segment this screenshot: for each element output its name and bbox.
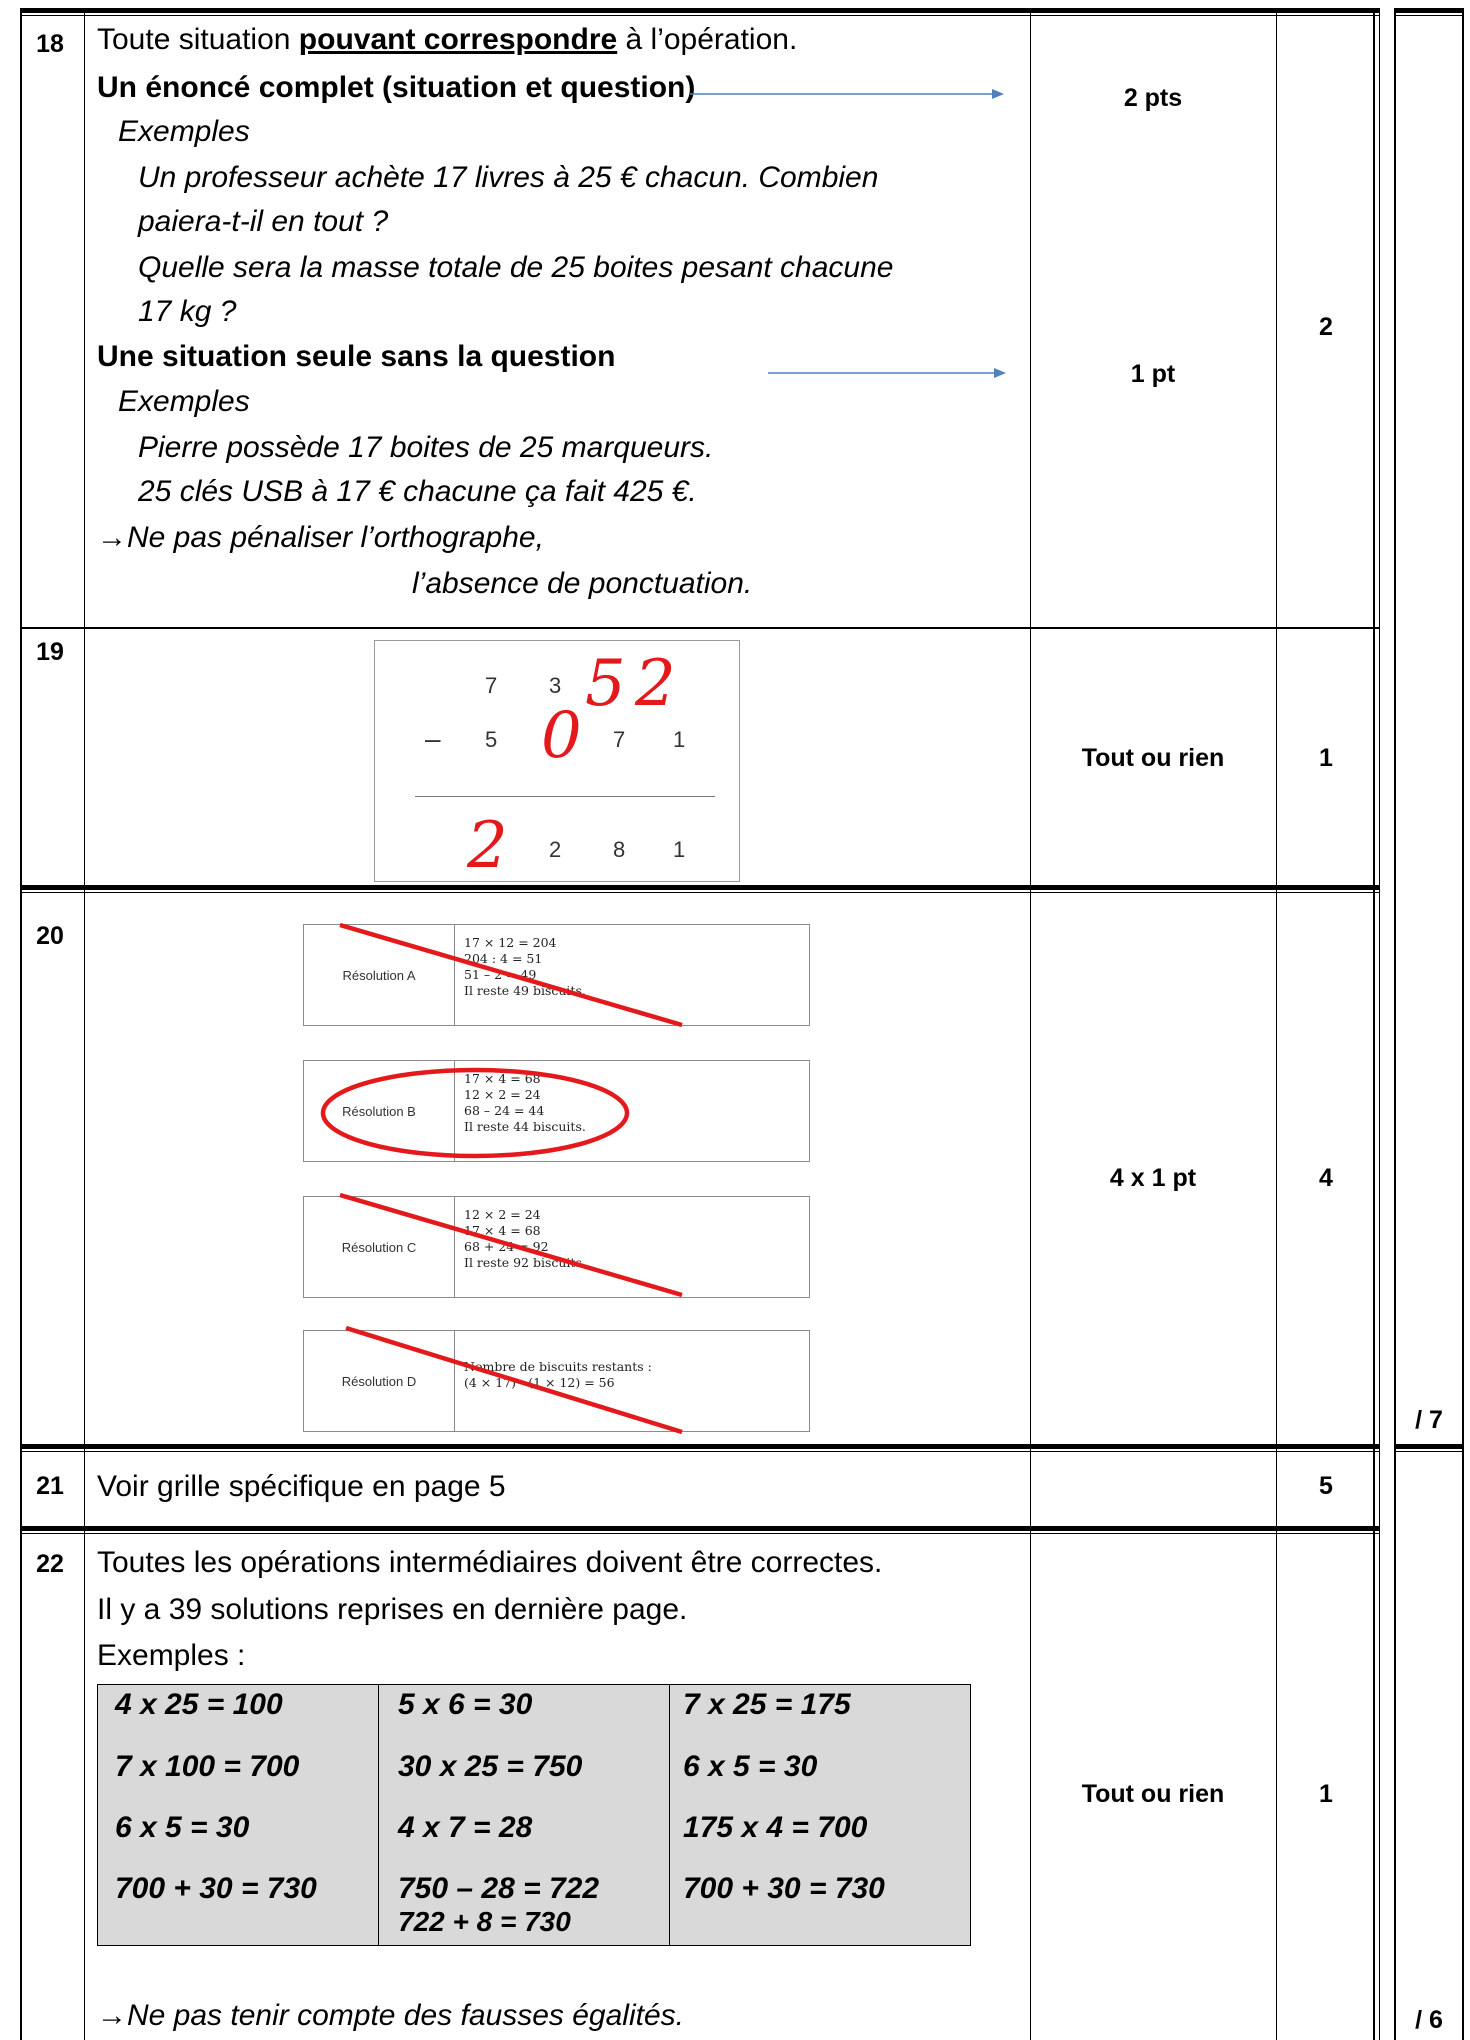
q18-points-full: 2 pts [1123,84,1183,112]
q20-points: 4 x 1 pt [1109,1164,1197,1192]
question-number: 22 [36,1550,64,1578]
solutions-table: 4 x 25 = 100 7 x 100 = 700 6 x 5 = 30 70… [97,1684,971,1946]
strike-line-a [339,922,683,1028]
subtotal-q21-22: / 6 [1415,2006,1443,2034]
q22-line-1: Toutes les opérations intermédiaires doi… [97,1546,883,1579]
correction-marks [320,922,683,1435]
q19-points: Tout ou rien [1081,744,1225,772]
q21-score: 5 [1319,1472,1333,1500]
subtotal-q18-20: / 7 [1415,1406,1443,1434]
q18-points-partial: 1 pt [1130,360,1176,388]
q18-score: 2 [1319,313,1333,341]
circle-b [320,1067,630,1159]
q19-score: 1 [1319,744,1333,772]
q20-score: 4 [1319,1164,1333,1192]
q22-note: →Ne pas tenir compte des fausses égalité… [97,1999,684,2032]
strike-line-d [345,1325,683,1435]
question-number: 21 [36,1472,64,1500]
strike-line-c [339,1192,683,1298]
q22-score: 1 [1319,1780,1333,1808]
q22-points: Tout ou rien [1081,1780,1225,1808]
arrow-icon: → [97,1999,127,2032]
q22-line-3: Exemples : [97,1639,246,1672]
q21-text: Voir grille spécifique en page 5 [97,1470,506,1503]
q22-line-2: Il y a 39 solutions reprises en dernière… [97,1593,688,1626]
